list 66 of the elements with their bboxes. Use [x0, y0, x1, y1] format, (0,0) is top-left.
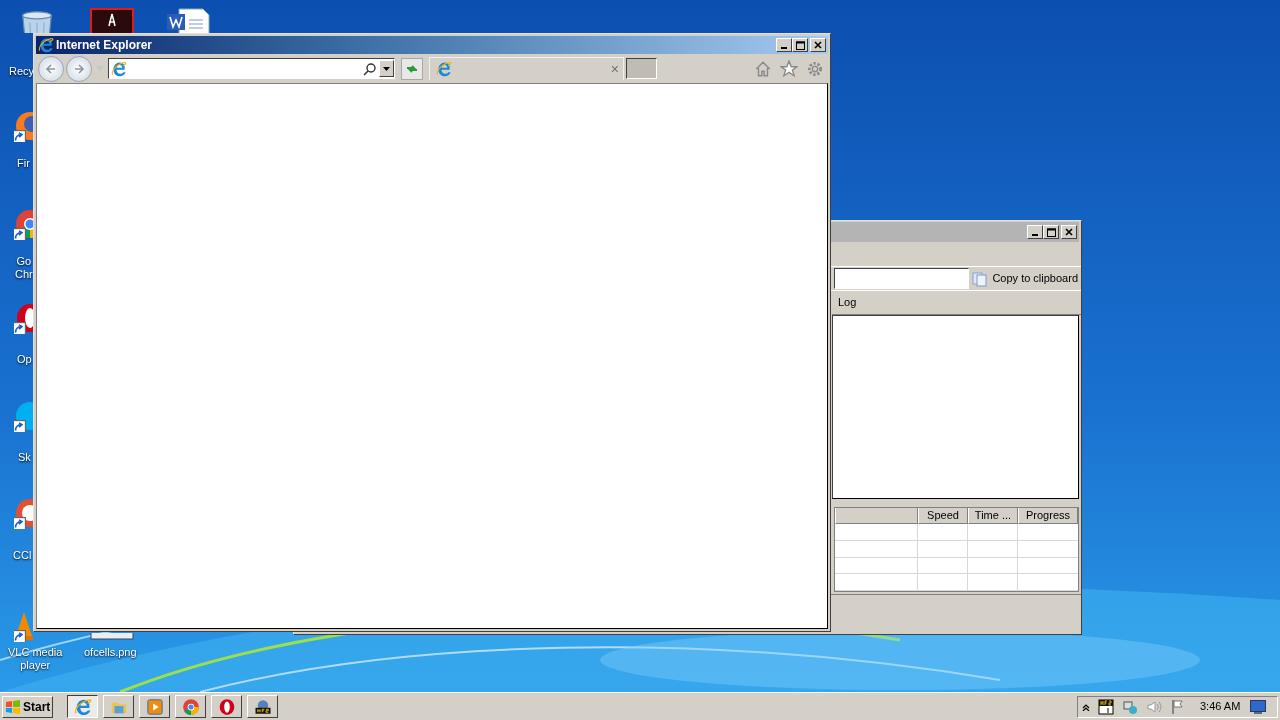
desktop-icon[interactable]	[90, 8, 134, 33]
shortcut-arrow-icon	[14, 630, 26, 642]
desktop-icon-label: ofcells.png	[84, 646, 137, 659]
left-arrow-icon	[45, 62, 57, 75]
maximize-button[interactable]	[792, 38, 808, 52]
desktop-icon-label: Recy	[9, 65, 35, 78]
close-button[interactable]	[1061, 225, 1077, 239]
shortcut-arrow-icon	[14, 322, 26, 334]
ie-icon	[38, 37, 54, 53]
media-player-icon	[145, 697, 164, 716]
ie-icon	[73, 697, 92, 716]
dropdown-button[interactable]	[379, 60, 394, 77]
window-title: Internet Explorer	[56, 37, 153, 54]
address-field[interactable]	[834, 268, 970, 289]
show-desktop-icon[interactable]	[1250, 699, 1267, 714]
address-bar[interactable]	[108, 58, 395, 79]
flag-icon[interactable]	[1170, 698, 1186, 715]
start-button[interactable]: Start	[2, 695, 54, 718]
desktop-icon-label: Go	[15, 255, 33, 268]
desktop-icon-label: Op	[17, 353, 32, 366]
ie-icon	[436, 61, 452, 77]
desktop-icon-label: VLC media	[8, 646, 63, 659]
minimize-button[interactable]	[776, 38, 792, 52]
minimize-icon	[1032, 234, 1038, 236]
column-header[interactable]	[835, 508, 918, 524]
clock[interactable]: 3:46 AM	[1200, 698, 1241, 715]
shortcut-arrow-icon	[14, 130, 26, 142]
minimize-button[interactable]	[1027, 225, 1043, 239]
pdf-icon	[90, 8, 134, 33]
maximize-button[interactable]	[1043, 225, 1059, 239]
copy-icon	[972, 270, 989, 287]
shortcut-arrow-icon	[14, 228, 26, 240]
refresh-button[interactable]	[401, 57, 423, 80]
hfs-icon	[253, 697, 272, 716]
copy-to-clipboard-button[interactable]: Copy to clipboard	[969, 267, 1081, 290]
column-header[interactable]: Progress	[1018, 508, 1078, 524]
hfs-tray-icon[interactable]	[1098, 698, 1114, 715]
desktop-icon-label: Fir	[17, 157, 30, 170]
caret-icon	[383, 66, 390, 71]
ie-icon	[111, 60, 127, 77]
minimize-icon	[781, 47, 787, 49]
maximize-icon	[795, 40, 805, 50]
column-header[interactable]: Time ...	[968, 508, 1018, 524]
log-label: Log	[838, 295, 857, 311]
desktop-icon-label: player	[19, 659, 52, 672]
new-tab-button[interactable]	[626, 58, 657, 79]
close-icon	[814, 41, 822, 49]
opera-icon	[217, 697, 236, 716]
shortcut-arrow-icon	[14, 420, 26, 432]
maximize-icon	[1046, 227, 1056, 237]
desktop-icon-label: Sk	[18, 451, 31, 464]
shortcut-arrow-icon	[14, 517, 26, 529]
desktop-icon-label: CCl	[13, 549, 32, 562]
taskbar-button[interactable]	[67, 695, 99, 718]
search-icon[interactable]	[363, 61, 377, 76]
right-arrow-icon	[73, 62, 85, 75]
star-icon[interactable]	[780, 59, 798, 78]
windows-logo-icon	[5, 698, 21, 715]
chevron-up-icon[interactable]	[1082, 702, 1090, 711]
chrome-icon	[181, 697, 200, 716]
desktop-icon-label: Chr	[15, 268, 33, 281]
close-icon	[1065, 228, 1073, 236]
column-header[interactable]: Speed	[918, 508, 968, 524]
document-icon	[165, 8, 211, 33]
desktop-icon[interactable]	[165, 8, 211, 33]
close-button[interactable]	[810, 38, 826, 52]
